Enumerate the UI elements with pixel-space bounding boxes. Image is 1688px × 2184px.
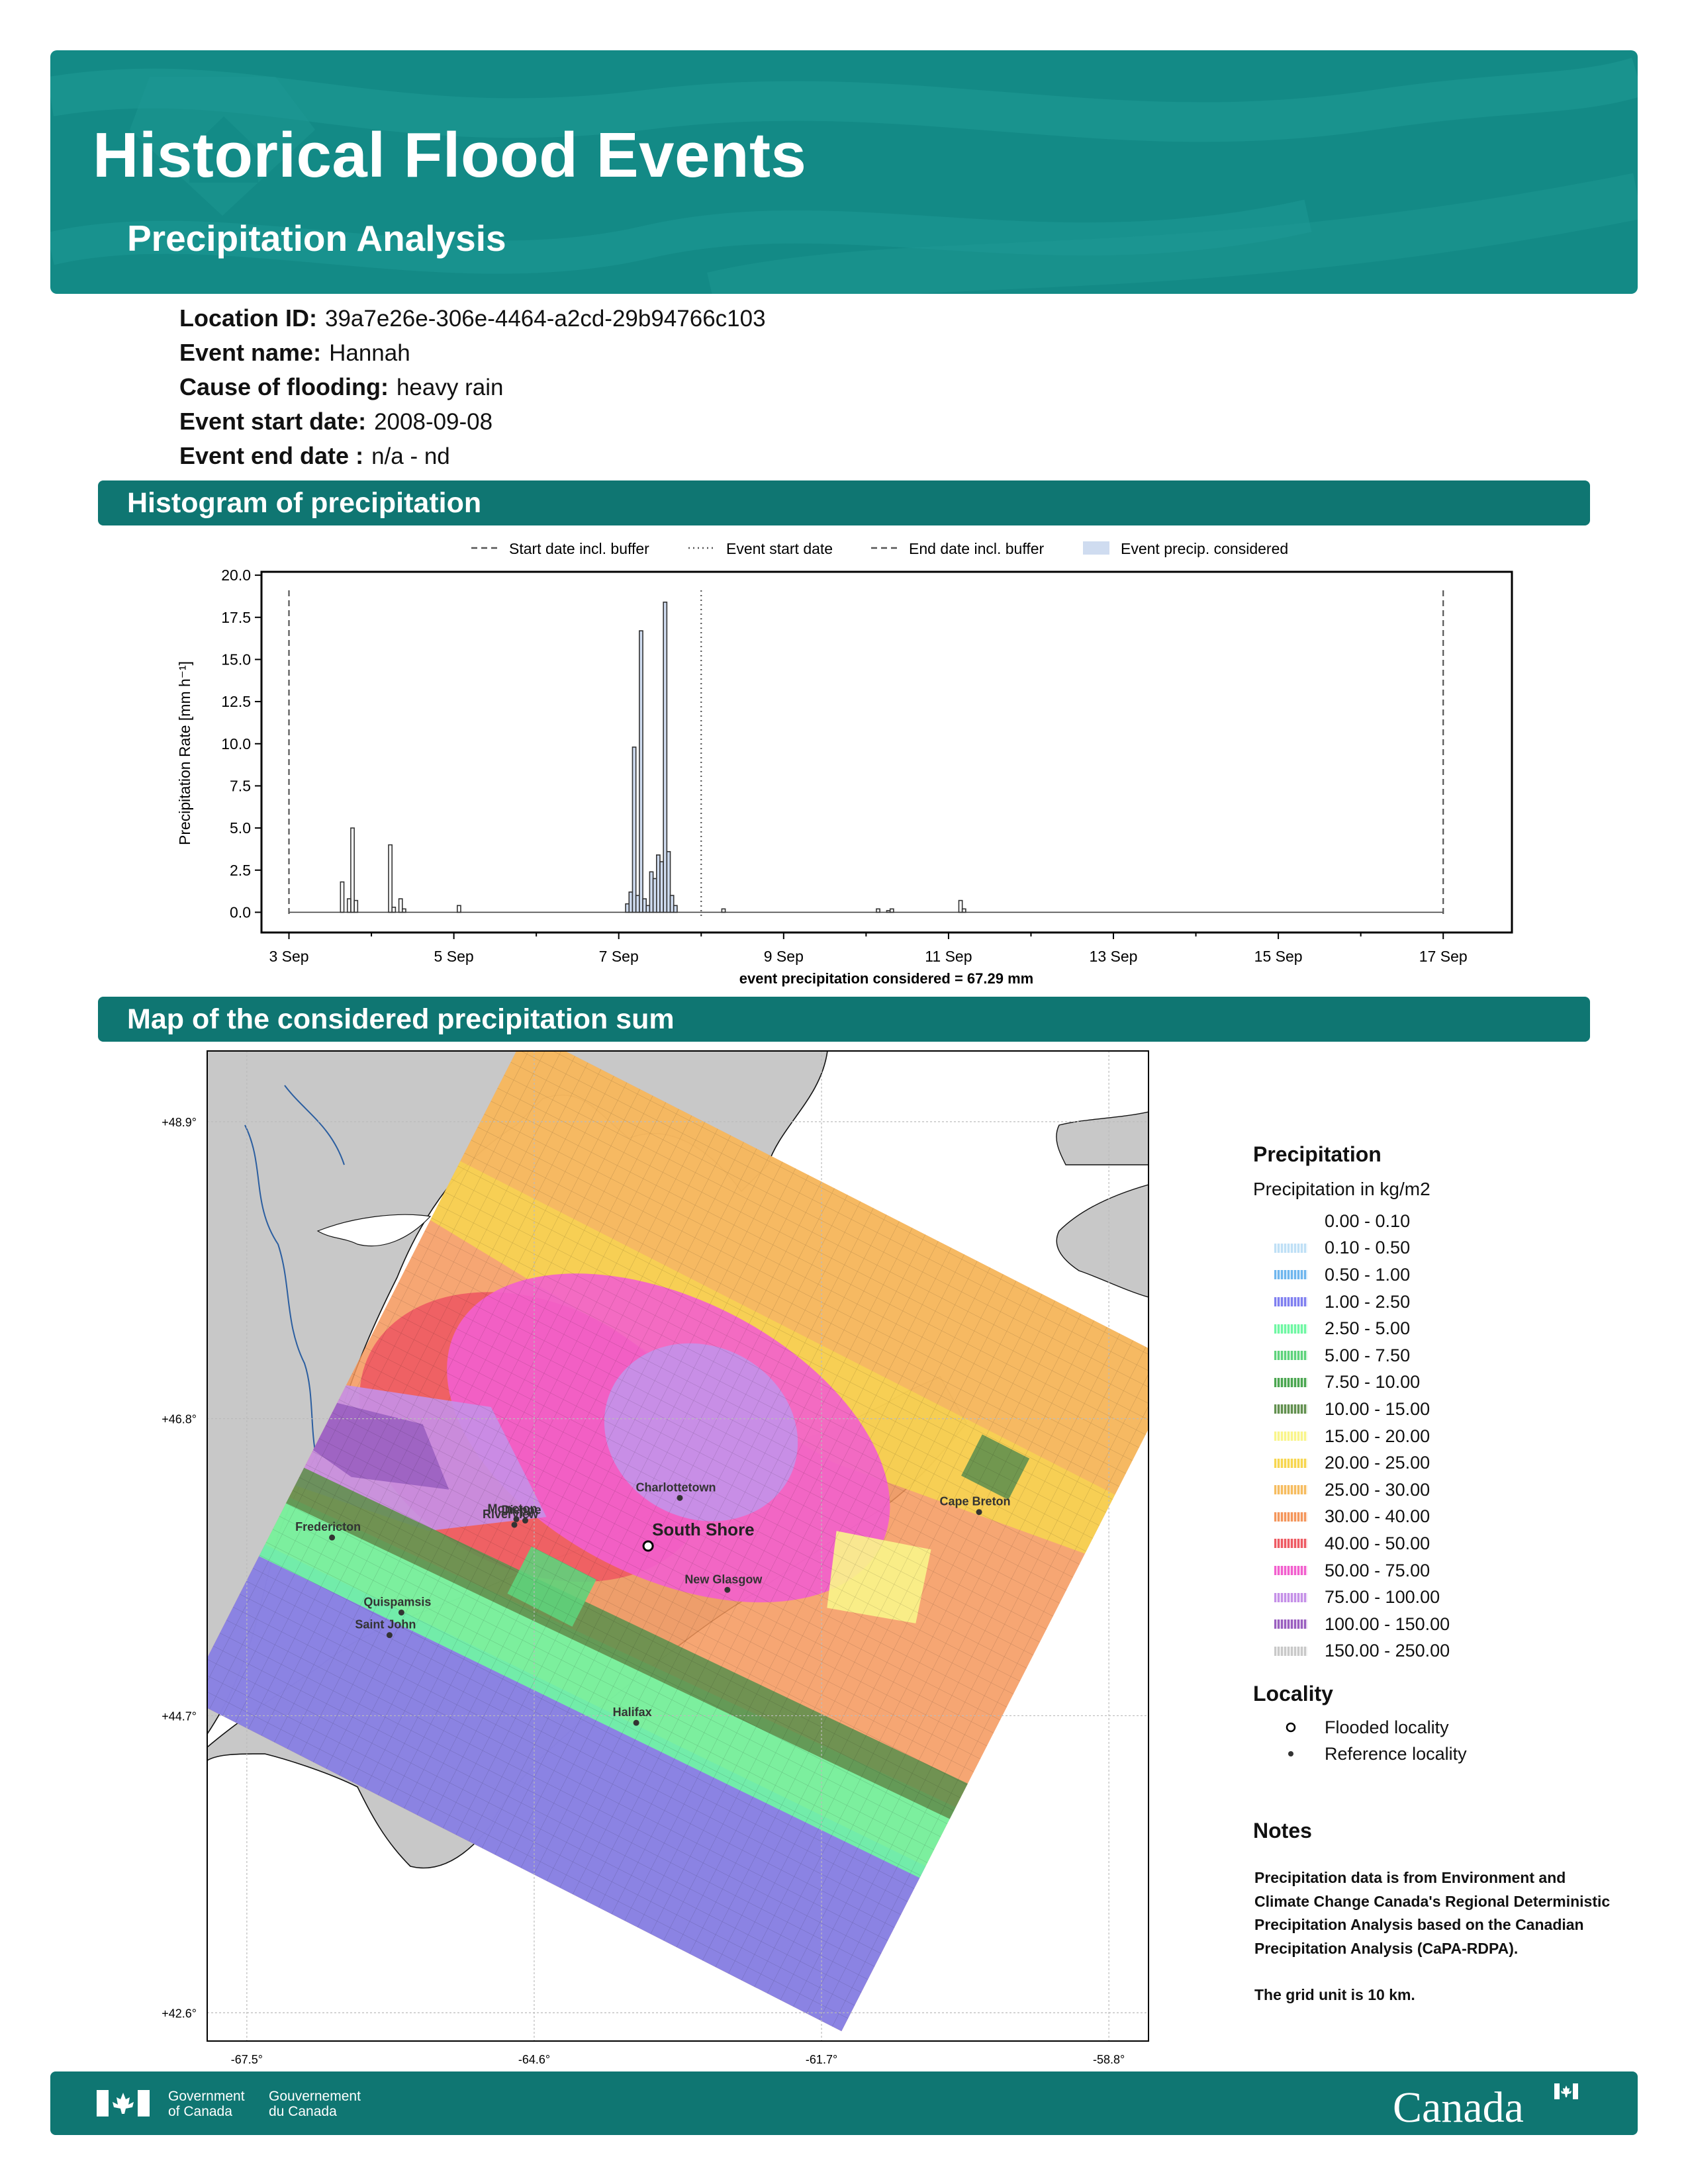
legend-swatch <box>1274 1270 1307 1280</box>
legend-class-row: 50.00 - 75.00 <box>1253 1557 1624 1584</box>
legend-class-label: 30.00 - 40.00 <box>1325 1506 1430 1527</box>
gov-fr-signature: Gouvernement du Canada <box>269 2089 361 2119</box>
flooded-locality-label: South Shore <box>652 1520 755 1539</box>
lon-label: -61.7° <box>806 2053 837 2066</box>
legend-class-row: 25.00 - 30.00 <box>1253 1477 1624 1504</box>
map-legend: Precipitation Precipitation in kg/m2 0.0… <box>1253 1142 1624 1767</box>
locality-label: New Glasgow <box>684 1572 763 1586</box>
legend-swatch <box>1274 1404 1307 1414</box>
legend-class-row: 20.00 - 25.00 <box>1253 1449 1624 1477</box>
reference-locality-marker <box>724 1586 731 1593</box>
gov-en-signature: Government of Canada <box>168 2089 245 2119</box>
legend-class-label: 75.00 - 100.00 <box>1325 1587 1440 1608</box>
reference-locality-marker <box>329 1534 336 1541</box>
locality-legend-title: Locality <box>1253 1682 1333 1706</box>
reference-locality-marker <box>511 1522 518 1528</box>
legend-swatch <box>1274 1351 1307 1361</box>
legend-swatch <box>1274 1377 1307 1387</box>
legend-class-label: 5.00 - 7.50 <box>1325 1345 1411 1365</box>
legend-class-label: 25.00 - 30.00 <box>1325 1479 1430 1500</box>
lat-label: +44.7° <box>162 1709 197 1723</box>
legend-class-label: 1.00 - 2.50 <box>1325 1291 1411 1312</box>
reference-locality-marker <box>633 1719 639 1726</box>
legend-class-label: 20.00 - 25.00 <box>1325 1453 1430 1473</box>
legend-swatch <box>1274 1485 1307 1495</box>
locality-label: Fredericton <box>295 1520 361 1533</box>
locality-label: Riverview <box>483 1508 539 1521</box>
locality-label: Cape Breton <box>940 1495 1011 1508</box>
lon-label: -64.6° <box>518 2053 550 2066</box>
legend-class-label: 150.00 - 250.00 <box>1325 1641 1450 1661</box>
notes-title: Notes <box>1253 1819 1312 1843</box>
notes-body: Precipitation data is from Environment a… <box>1254 1866 1612 2007</box>
flooded-locality-label: Flooded locality <box>1325 1717 1449 1737</box>
canada-flag-icon <box>97 2090 150 2116</box>
legend-class-row: 1.00 - 2.50 <box>1253 1289 1624 1316</box>
flooded-locality-icon <box>1274 1722 1307 1733</box>
legend-subtitle: Precipitation in kg/m2 <box>1253 1179 1430 1199</box>
legend-swatch <box>1274 1592 1307 1602</box>
legend-class-row: 10.00 - 15.00 <box>1253 1396 1624 1423</box>
reference-locality-marker <box>976 1509 982 1516</box>
lat-label: +46.8° <box>162 1413 197 1426</box>
legend-swatch <box>1274 1432 1307 1441</box>
locality-label: Halifax <box>613 1706 652 1719</box>
legend-class-row: 15.00 - 20.00 <box>1253 1423 1624 1450</box>
legend-class-row: 150.00 - 250.00 <box>1253 1638 1624 1665</box>
legend-class-row: 2.50 - 5.00 <box>1253 1315 1624 1342</box>
legend-class-label: 0.50 - 1.00 <box>1325 1264 1411 1285</box>
legend-class-label: 2.50 - 5.00 <box>1325 1318 1411 1339</box>
legend-class-label: 0.10 - 0.50 <box>1325 1238 1411 1258</box>
reference-locality-marker <box>398 1609 404 1615</box>
notes-text-source: Precipitation data is from Environment a… <box>1254 1869 1611 1957</box>
legend-class-row: 0.00 - 0.10 <box>1253 1208 1624 1235</box>
reference-locality-marker <box>677 1494 683 1501</box>
legend-title: Precipitation <box>1253 1142 1382 1166</box>
legend-class-label: 7.50 - 10.00 <box>1325 1372 1421 1392</box>
legend-swatch <box>1274 1539 1307 1549</box>
canada-wordmark: Canada <box>1393 2083 1524 2132</box>
legend-class-list: 0.00 - 0.10 0.10 - 0.50 0.50 - 1.00 1.00 - … <box>1253 1208 1624 1664</box>
reference-locality-marker <box>386 1632 393 1639</box>
legend-swatch <box>1274 1619 1307 1629</box>
legend-class-label: 10.00 - 15.00 <box>1325 1398 1430 1419</box>
flooded-locality-marker <box>642 1540 654 1552</box>
legend-swatch <box>1274 1646 1307 1656</box>
legend-swatch <box>1274 1566 1307 1576</box>
notes-text-grid: The grid unit is 10 km. <box>1254 1986 1415 2003</box>
legend-class-row: 30.00 - 40.00 <box>1253 1504 1624 1531</box>
legend-class-row: 0.10 - 0.50 <box>1253 1235 1624 1262</box>
reference-locality-icon <box>1274 1750 1307 1758</box>
legend-swatch <box>1274 1324 1307 1334</box>
legend-class-row: 5.00 - 7.50 <box>1253 1342 1624 1369</box>
lon-label: -58.8° <box>1093 2053 1125 2066</box>
legend-class-label: 0.00 - 0.10 <box>1325 1210 1411 1231</box>
legend-swatch <box>1274 1458 1307 1468</box>
legend-flooded-locality: Flooded locality <box>1253 1714 1624 1741</box>
wordmark-flag-icon <box>1554 2083 1578 2099</box>
legend-class-row: 40.00 - 50.00 <box>1253 1530 1624 1557</box>
lat-label: +42.6° <box>162 2007 197 2020</box>
reference-locality-label: Reference locality <box>1325 1743 1467 1764</box>
legend-class-label: 15.00 - 20.00 <box>1325 1426 1430 1446</box>
legend-swatch <box>1274 1216 1307 1226</box>
locality-label: Quispamsis <box>363 1595 431 1608</box>
locality-label: Charlottetown <box>635 1480 716 1494</box>
legend-reference-locality: Reference locality <box>1253 1741 1624 1767</box>
locality-label: Saint John <box>355 1618 416 1631</box>
legend-class-label: 40.00 - 50.00 <box>1325 1533 1430 1553</box>
legend-swatch <box>1274 1512 1307 1522</box>
legend-class-label: 50.00 - 75.00 <box>1325 1560 1430 1580</box>
legend-class-label: 100.00 - 150.00 <box>1325 1614 1450 1634</box>
legend-class-row: 100.00 - 150.00 <box>1253 1611 1624 1638</box>
legend-class-row: 0.50 - 1.00 <box>1253 1261 1624 1289</box>
lat-label: +48.9° <box>162 1116 197 1129</box>
legend-swatch <box>1274 1297 1307 1307</box>
lon-label: -67.5° <box>231 2053 263 2066</box>
legend-class-row: 75.00 - 100.00 <box>1253 1584 1624 1611</box>
legend-class-row: 7.50 - 10.00 <box>1253 1369 1624 1396</box>
legend-swatch <box>1274 1243 1307 1253</box>
